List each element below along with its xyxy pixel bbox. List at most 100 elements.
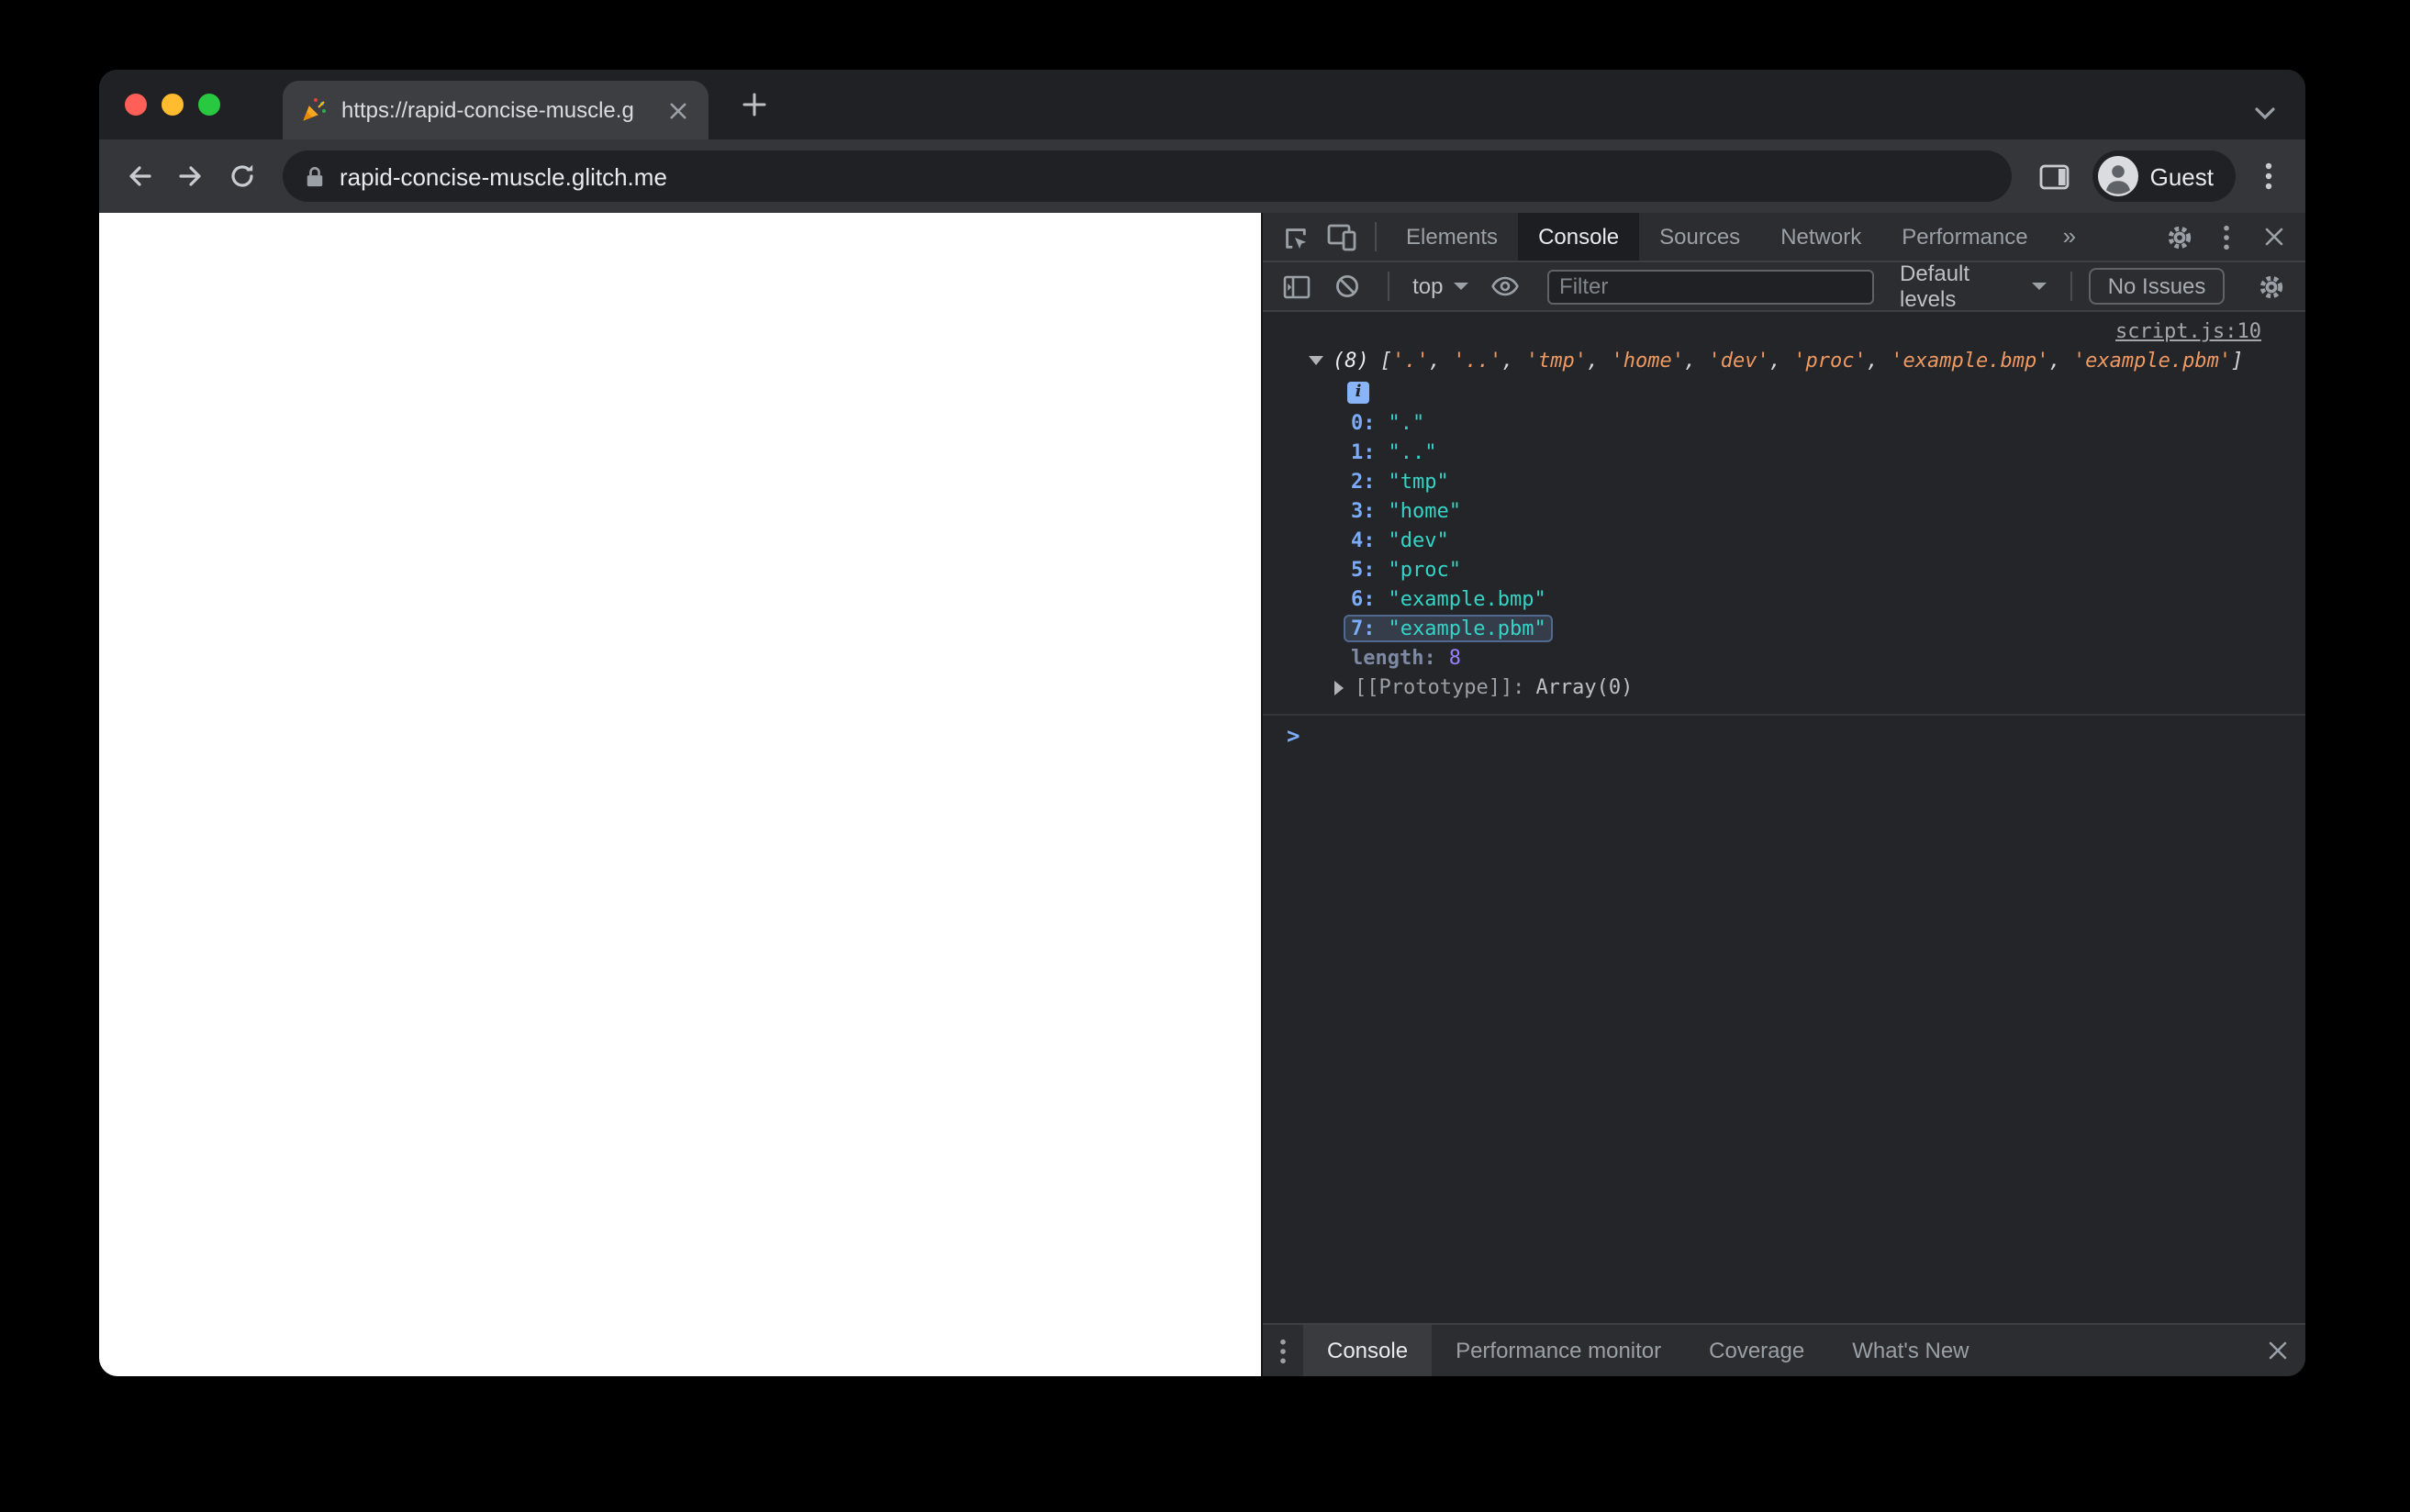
tab-elements[interactable]: Elements <box>1386 213 1518 261</box>
drawer-menu-kebab-icon[interactable] <box>1263 1325 1303 1376</box>
preview-item: '..' <box>1453 349 1502 372</box>
forward-button[interactable] <box>165 150 217 202</box>
tab-console[interactable]: Console <box>1518 213 1640 261</box>
context-selector[interactable]: top <box>1405 273 1476 299</box>
tab-sources[interactable]: Sources <box>1639 213 1760 261</box>
info-row: i <box>1263 378 2305 406</box>
array-entry-row[interactable]: 1: ".." <box>1263 439 2305 468</box>
console-toolbar: top Default levels No Issues <box>1263 261 2305 312</box>
entry-value: ".." <box>1388 440 1437 464</box>
clear-console-icon[interactable] <box>1326 262 1371 310</box>
entry-value: "dev" <box>1388 528 1449 552</box>
prompt-chevron-icon: > <box>1287 723 1300 749</box>
devtools-panel: Elements Console Sources Network Perform… <box>1261 213 2305 1376</box>
console-settings-gear-icon[interactable] <box>2249 262 2294 310</box>
entry-key: 5: <box>1351 558 1376 582</box>
preview-item: '.' <box>1392 349 1429 372</box>
array-entry-row-selected[interactable]: 7: "example.pbm" <box>1263 615 2305 644</box>
divider <box>2070 272 2073 301</box>
array-entry-row[interactable]: 4: "dev" <box>1263 527 2305 556</box>
browser-toolbar: rapid-concise-muscle.glitch.me Guest <box>99 139 2305 213</box>
fullscreen-window-button[interactable] <box>198 94 220 116</box>
prototype-value: Array(0) <box>1535 675 1634 699</box>
source-row: script.js:10 <box>1263 317 2305 347</box>
collapse-triangle-icon[interactable] <box>1309 356 1323 365</box>
array-entry-row[interactable]: 6: "example.bmp" <box>1263 585 2305 615</box>
entry-key: 6: <box>1351 587 1376 611</box>
array-entry-row[interactable]: 2: "tmp" <box>1263 468 2305 497</box>
drawer-tab-performance-monitor[interactable]: Performance monitor <box>1432 1325 1685 1376</box>
back-button[interactable] <box>114 150 165 202</box>
devtools-drawer-bar: Console Performance monitor Coverage Wha… <box>1263 1323 2305 1376</box>
preview-item: 'proc' <box>1793 349 1867 372</box>
context-label: top <box>1412 273 1444 299</box>
minimize-window-button[interactable] <box>162 94 184 116</box>
selection-highlight[interactable]: 7: "example.pbm" <box>1344 615 1554 642</box>
log-levels-selector[interactable]: Default levels <box>1892 261 2055 312</box>
settings-gear-icon[interactable] <box>2155 213 2203 261</box>
prototype-key: [[Prototype]]: <box>1355 675 1525 699</box>
entry-key: 1: <box>1351 440 1376 464</box>
window-controls <box>125 94 220 116</box>
drawer-tab-coverage[interactable]: Coverage <box>1685 1325 1828 1376</box>
drawer-close-icon[interactable] <box>2250 1325 2305 1376</box>
more-tabs-button[interactable]: » <box>2048 213 2091 261</box>
entry-key: 0: <box>1351 411 1376 435</box>
devtools-menu-kebab-icon[interactable] <box>2203 213 2250 261</box>
profile-chip[interactable]: Guest <box>2092 150 2236 202</box>
tab-search-chevron-icon[interactable] <box>2254 97 2276 130</box>
expand-triangle-icon[interactable] <box>1334 681 1344 695</box>
tab-strip: https://rapid-concise-muscle.g <box>99 70 2305 139</box>
browser-menu-kebab-icon[interactable] <box>2247 150 2291 202</box>
lock-icon[interactable] <box>305 164 325 188</box>
inspect-element-icon[interactable] <box>1270 213 1318 261</box>
entry-key: 7: <box>1351 617 1376 640</box>
info-icon: i <box>1347 382 1369 404</box>
array-entry-row[interactable]: 0: "." <box>1263 409 2305 439</box>
browser-tab[interactable]: https://rapid-concise-muscle.g <box>283 81 708 139</box>
drawer-tab-console[interactable]: Console <box>1303 1325 1433 1376</box>
divider <box>1375 222 1377 251</box>
length-value: 8 <box>1448 646 1461 670</box>
profile-name: Guest <box>2149 162 2214 190</box>
console-output: script.js:10 (8) ['.', '..', 'tmp', 'home… <box>1263 312 2305 1323</box>
entry-value: "proc" <box>1388 558 1462 582</box>
chevron-down-icon <box>2032 283 2047 290</box>
filter-input[interactable] <box>1546 269 1874 304</box>
drawer-tab-whats-new[interactable]: What's New <box>1828 1325 1992 1376</box>
console-prompt[interactable]: > <box>1263 716 2305 752</box>
device-toolbar-icon[interactable] <box>1318 213 1366 261</box>
side-panel-icon[interactable] <box>2027 150 2082 202</box>
browser-window: https://rapid-concise-muscle.g rapid-con… <box>99 70 2305 1376</box>
preview-item: 'example.bmp' <box>1891 349 2049 372</box>
issues-counter[interactable]: No Issues <box>2089 268 2225 305</box>
log-levels-label: Default levels <box>1900 261 1970 312</box>
array-length-row[interactable]: length: 8 <box>1263 644 2305 673</box>
avatar <box>2098 156 2139 196</box>
array-entry-row[interactable]: 5: "proc" <box>1263 556 2305 585</box>
source-link[interactable]: script.js:10 <box>2115 319 2261 343</box>
array-entry-row[interactable]: 3: "home" <box>1263 497 2305 527</box>
address-bar[interactable]: rapid-concise-muscle.glitch.me <box>283 150 2013 202</box>
close-window-button[interactable] <box>125 94 147 116</box>
entry-value: "tmp" <box>1388 470 1449 494</box>
divider <box>1387 272 1389 301</box>
live-expression-eye-icon[interactable] <box>1483 262 1528 310</box>
reload-button[interactable] <box>217 150 268 202</box>
array-preview-line[interactable]: (8) ['.', '..', 'tmp', 'home', 'dev', 'pr… <box>1263 347 2305 376</box>
chevron-down-icon <box>1454 283 1469 290</box>
prototype-row[interactable]: [[Prototype]]: Array(0) <box>1263 673 2305 703</box>
tab-network[interactable]: Network <box>1760 213 1881 261</box>
tab-close-icon[interactable] <box>663 95 692 125</box>
url-text: rapid-concise-muscle.glitch.me <box>340 162 667 190</box>
devtools-close-icon[interactable] <box>2250 213 2298 261</box>
entry-value: "home" <box>1388 499 1462 523</box>
tab-performance[interactable]: Performance <box>1881 213 2047 261</box>
entry-key: 4: <box>1351 528 1376 552</box>
console-sidebar-icon[interactable] <box>1274 262 1319 310</box>
preview-item: 'example.pbm' <box>2072 349 2232 372</box>
party-popper-favicon <box>299 95 329 125</box>
entry-value: "example.bmp" <box>1388 587 1546 611</box>
new-tab-button[interactable] <box>742 92 767 117</box>
entry-key: 2: <box>1351 470 1376 494</box>
